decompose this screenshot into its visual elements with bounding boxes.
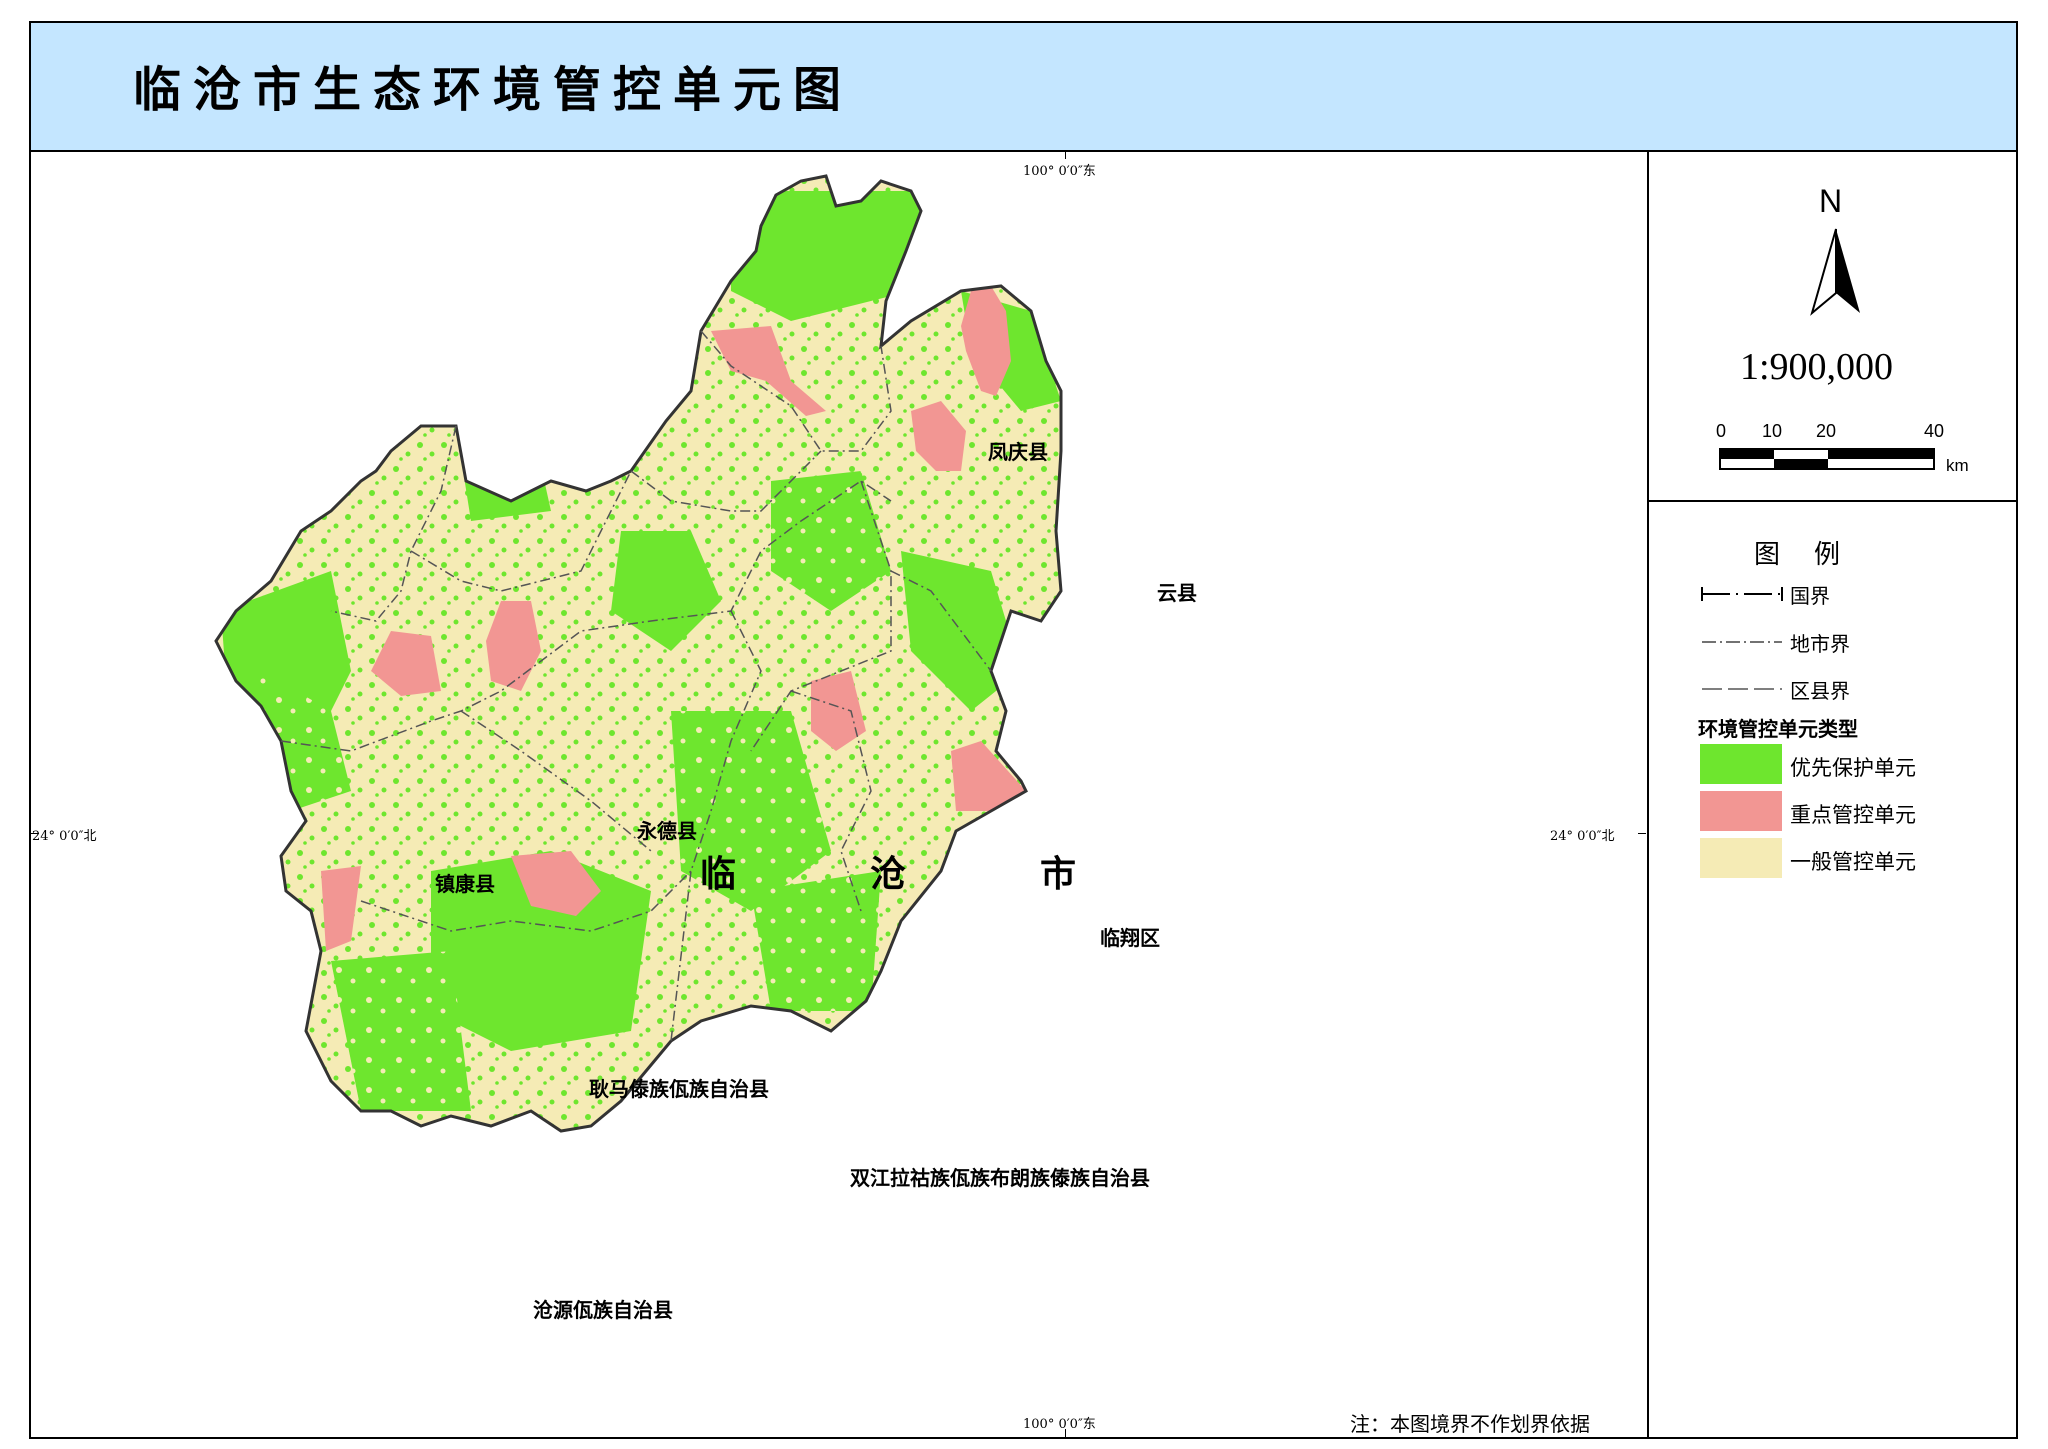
city-label-char-1: 临 bbox=[700, 854, 737, 895]
county-label-fengqing: 凤庆县 bbox=[988, 440, 1048, 464]
scale-tick-0: 0 bbox=[1716, 421, 1727, 441]
city-boundary-icon bbox=[1702, 641, 1782, 643]
legend-title: 图例 bbox=[1754, 540, 1875, 570]
national-boundary-icon bbox=[1701, 587, 1783, 601]
legend-label-key: 重点管控单元 bbox=[1790, 803, 1916, 827]
north-arrow-icon bbox=[1810, 228, 1860, 316]
coord-tick-left bbox=[31, 833, 39, 834]
scale-tick-20: 20 bbox=[1816, 421, 1837, 441]
legend-section-title: 环境管控单元类型 bbox=[1698, 717, 1858, 741]
legend-label-general: 一般管控单元 bbox=[1790, 850, 1916, 874]
map-title: 临沧市生态环境管控单元图 bbox=[133, 62, 854, 118]
scale-tick-40: 40 bbox=[1924, 421, 1945, 441]
scale-unit: km bbox=[1946, 456, 1969, 475]
county-boundary-icon bbox=[1702, 688, 1782, 690]
coord-tick-bottom bbox=[1065, 1429, 1066, 1437]
county-label-yongde: 永德县 bbox=[637, 819, 697, 843]
scale-bar bbox=[1719, 448, 1935, 470]
legend-label-county: 区县界 bbox=[1790, 679, 1850, 703]
priority-unit-north bbox=[731, 191, 931, 321]
legend-swatch-general bbox=[1700, 838, 1782, 878]
county-label-zhenkang: 镇康县 bbox=[435, 872, 495, 896]
map-svg bbox=[214, 174, 1063, 1133]
city-label-char-3: 市 bbox=[1040, 854, 1077, 895]
sidebar-separator bbox=[1647, 500, 2018, 502]
county-label-linxiang: 临翔区 bbox=[1100, 926, 1160, 950]
priority-unit-yongde-north bbox=[456, 421, 551, 521]
legend-label-city: 地市界 bbox=[1790, 632, 1850, 656]
coord-top-lon: 100° 0′0″东 bbox=[1023, 164, 1096, 179]
north-label: N bbox=[1819, 183, 1843, 219]
priority-unit-south-east bbox=[751, 871, 881, 1011]
boundary-disclaimer: 注：本图境界不作划界依据 bbox=[1350, 1412, 1590, 1436]
legend-swatch-key bbox=[1700, 791, 1782, 831]
coord-bottom-lon: 100° 0′0″东 bbox=[1023, 1417, 1096, 1432]
scale-ratio: 1:900,000 bbox=[1740, 346, 1894, 388]
coord-left-lat: 24° 0′0″北 bbox=[32, 829, 97, 844]
county-label-yunxian: 云县 bbox=[1157, 581, 1197, 605]
county-label-gengma: 耿马傣族佤族自治县 bbox=[589, 1077, 769, 1101]
map-canvas[interactable] bbox=[31, 151, 1648, 1437]
scale-tick-10: 10 bbox=[1762, 421, 1783, 441]
city-label-char-2: 沧 bbox=[870, 854, 907, 895]
legend-label-national: 国界 bbox=[1790, 584, 1830, 608]
legend-label-priority: 优先保护单元 bbox=[1790, 756, 1916, 780]
coord-tick-top bbox=[1065, 151, 1066, 159]
county-label-cangyuan: 沧源佤族自治县 bbox=[533, 1298, 673, 1322]
county-label-shuangjiang: 双江拉祜族佤族布朗族傣族自治县 bbox=[850, 1166, 1150, 1190]
coord-right-lat: 24° 0′0″北 bbox=[1550, 829, 1615, 844]
legend-swatch-priority bbox=[1700, 744, 1782, 784]
coord-tick-right bbox=[1638, 833, 1646, 834]
